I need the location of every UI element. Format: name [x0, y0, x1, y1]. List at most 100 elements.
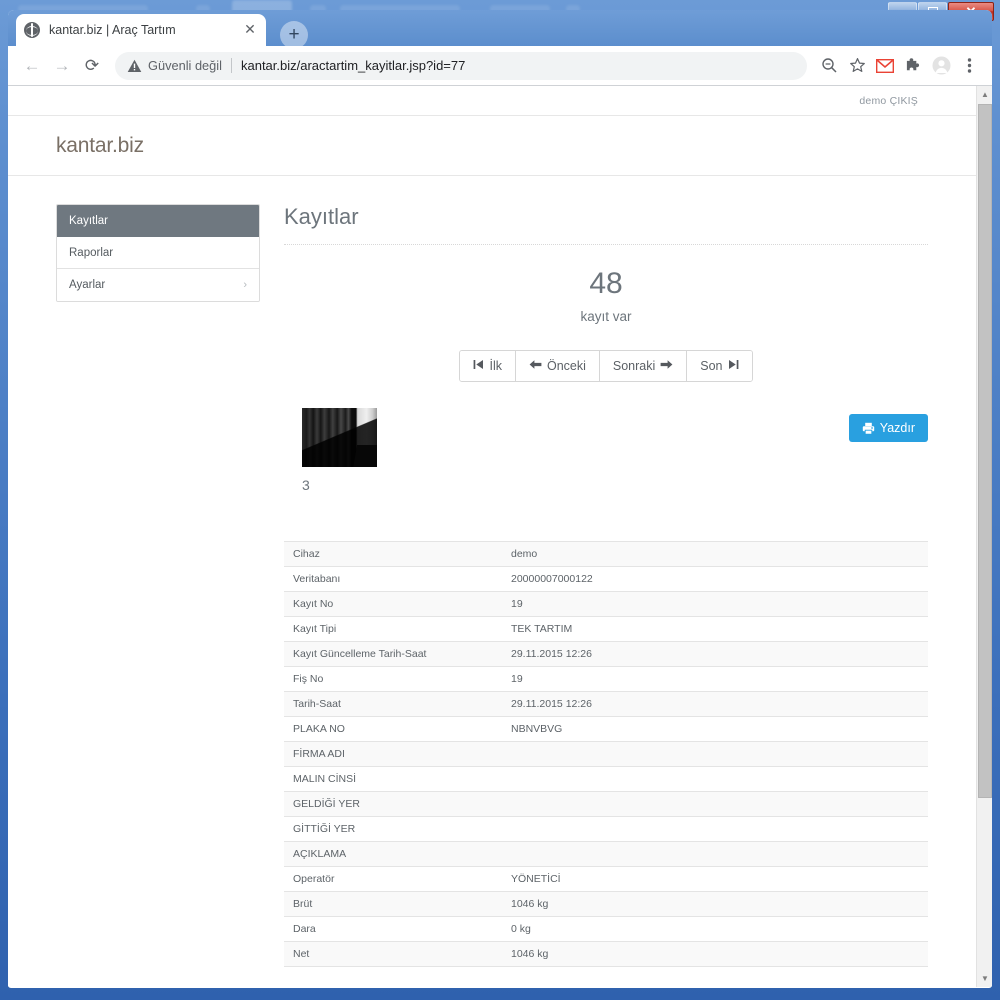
- profile-avatar-icon[interactable]: [927, 52, 955, 80]
- chrome-menu-icon[interactable]: [955, 52, 983, 80]
- table-row: MALIN CİNSİ: [284, 766, 928, 792]
- row-value: demo: [511, 548, 538, 560]
- row-value: [502, 792, 928, 817]
- table-row: AÇIKLAMA: [284, 841, 928, 867]
- row-value: [502, 767, 928, 792]
- globe-icon: [24, 22, 40, 38]
- sidebar-item-label: Raporlar: [69, 246, 114, 259]
- row-value: 19: [511, 598, 523, 610]
- record-count-number: 48: [589, 267, 623, 300]
- record-thumbnail-row: 3 Yazdır: [284, 408, 928, 493]
- url-text: kantar.biz/aractartim_kayitlar.jsp?id=77: [240, 58, 466, 73]
- arrow-left-icon: [529, 359, 542, 373]
- extensions-puzzle-icon[interactable]: [899, 52, 927, 80]
- row-value: 0 kg: [511, 923, 531, 935]
- print-button[interactable]: Yazdır: [848, 414, 928, 442]
- record-detail-table: Cihaz demo Veritabanı 20000007000122 Kayıt…: [284, 541, 928, 967]
- scroll-up-icon[interactable]: ▲: [977, 86, 992, 103]
- table-row: Fiş No 19: [284, 666, 928, 692]
- row-key: FİRMA ADI: [293, 748, 345, 760]
- last-page-icon: [728, 359, 739, 373]
- row-key: PLAKA NO: [293, 723, 345, 735]
- zoom-out-icon[interactable]: [815, 52, 843, 80]
- pager-prev-button[interactable]: Önceki: [515, 351, 600, 381]
- row-key: Veritabanı: [293, 573, 341, 585]
- thumbnail-wrap: 3: [284, 408, 377, 493]
- sidebar-list: Kayıtlar Raporlar Ayarlar ›: [56, 204, 260, 302]
- table-row: GİTTİĞİ YER: [284, 816, 928, 842]
- thumbnail-caption: 3: [302, 477, 310, 493]
- row-value: 29.11.2015 12:26: [511, 698, 592, 710]
- pager-next-label: Sonraki: [612, 359, 656, 373]
- table-row: Kayıt Tipi TEK TARTIM: [284, 616, 928, 642]
- gmail-icon[interactable]: [871, 52, 899, 80]
- row-key: Cihaz: [293, 548, 320, 560]
- table-row: Kayıt Güncelleme Tarih-Saat 29.11.2015 12…: [284, 641, 928, 667]
- tab-strip: kantar.biz | Araç Tartım ✕ +: [8, 10, 992, 49]
- row-key: MALIN CİNSİ: [293, 773, 357, 785]
- table-row: Cihaz demo: [284, 541, 928, 567]
- browser-tab[interactable]: kantar.biz | Araç Tartım ✕: [16, 14, 266, 46]
- pager-last-button[interactable]: Son: [687, 351, 752, 381]
- sidebar: Kayıtlar Raporlar Ayarlar ›: [56, 204, 260, 967]
- row-value: [502, 742, 928, 767]
- reload-icon[interactable]: ⟳: [77, 51, 107, 81]
- pager-first-button[interactable]: İlk: [460, 351, 516, 381]
- sidebar-item-ayarlar[interactable]: Ayarlar ›: [57, 269, 259, 301]
- page-title: Kayıtlar: [284, 204, 928, 245]
- pager-next-button[interactable]: Sonraki: [599, 351, 688, 381]
- row-key: Fiş No: [293, 673, 324, 685]
- record-count-label: kayıt var: [580, 309, 632, 324]
- row-value: 1046 kg: [511, 948, 549, 960]
- scroll-down-icon[interactable]: ▼: [977, 970, 992, 987]
- table-row: Veritabanı 20000007000122: [284, 566, 928, 592]
- forward-icon[interactable]: →: [47, 51, 77, 81]
- table-row: PLAKA NO NBNVBVG: [284, 716, 928, 742]
- row-value: 20000007000122: [511, 573, 593, 585]
- chrome-browser: kantar.biz | Araç Tartım ✕ + ← → ⟳ Güven…: [8, 10, 992, 988]
- page-scrollbar[interactable]: ▲ ▼: [976, 86, 992, 987]
- row-value: [502, 842, 928, 867]
- row-value: YÖNETİCİ: [511, 873, 561, 885]
- arrow-right-icon: [660, 359, 673, 373]
- row-key: GİTTİĞİ YER: [293, 823, 356, 835]
- row-key: GELDİĞİ YER: [293, 798, 360, 810]
- sidebar-item-label: Kayıtlar: [69, 214, 108, 227]
- sidebar-item-raporlar[interactable]: Raporlar: [57, 237, 259, 269]
- tab-close-icon[interactable]: ✕: [242, 22, 258, 38]
- page-topbar: demo ÇIKIŞ: [8, 86, 976, 116]
- row-value: 1046 kg: [511, 898, 549, 910]
- row-key: Kayıt Tipi: [293, 623, 337, 635]
- row-key: Operatör: [293, 873, 335, 885]
- record-count-block: 48 kayıt var: [284, 245, 928, 324]
- sidebar-item-kayitlar[interactable]: Kayıtlar: [57, 205, 259, 237]
- table-row: Operatör YÖNETİCİ: [284, 866, 928, 892]
- row-value: [502, 817, 928, 842]
- page-viewport: demo ÇIKIŞ kantar.biz Kayıtlar Raporlar …: [8, 86, 992, 987]
- pagination: İlk Önceki Sonraki Son: [284, 350, 928, 382]
- user-logout-link[interactable]: demo ÇIKIŞ: [859, 95, 918, 107]
- new-tab-button[interactable]: +: [280, 21, 308, 49]
- table-row: Net 1046 kg: [284, 941, 928, 967]
- row-key: Kayıt Güncelleme Tarih-Saat: [293, 648, 427, 660]
- table-row: Dara 0 kg: [284, 916, 928, 942]
- web-page: demo ÇIKIŞ kantar.biz Kayıtlar Raporlar …: [8, 86, 976, 987]
- record-photo-thumbnail[interactable]: [302, 408, 377, 467]
- site-brand[interactable]: kantar.biz: [56, 134, 144, 158]
- pager-last-label: Son: [700, 359, 723, 373]
- row-value: TEK TARTIM: [511, 623, 573, 635]
- row-value: NBNVBVG: [511, 723, 563, 735]
- bookmark-star-icon[interactable]: [843, 52, 871, 80]
- print-button-label: Yazdır: [879, 421, 915, 435]
- table-row: Brüt 1046 kg: [284, 891, 928, 917]
- address-bar[interactable]: Güvenli değil kantar.biz/aractartim_kayi…: [115, 51, 807, 80]
- row-value: 29.11.2015 12:26: [511, 648, 592, 660]
- pager-prev-label: Önceki: [546, 359, 586, 373]
- scrollbar-thumb[interactable]: [978, 104, 992, 798]
- back-icon[interactable]: ←: [17, 51, 47, 81]
- page-brandbar: kantar.biz: [8, 116, 976, 176]
- table-row: GELDİĞİ YER: [284, 791, 928, 817]
- table-row: Kayıt No 19: [284, 591, 928, 617]
- row-key: Tarih-Saat: [293, 698, 341, 710]
- pagination-group: İlk Önceki Sonraki Son: [459, 350, 753, 382]
